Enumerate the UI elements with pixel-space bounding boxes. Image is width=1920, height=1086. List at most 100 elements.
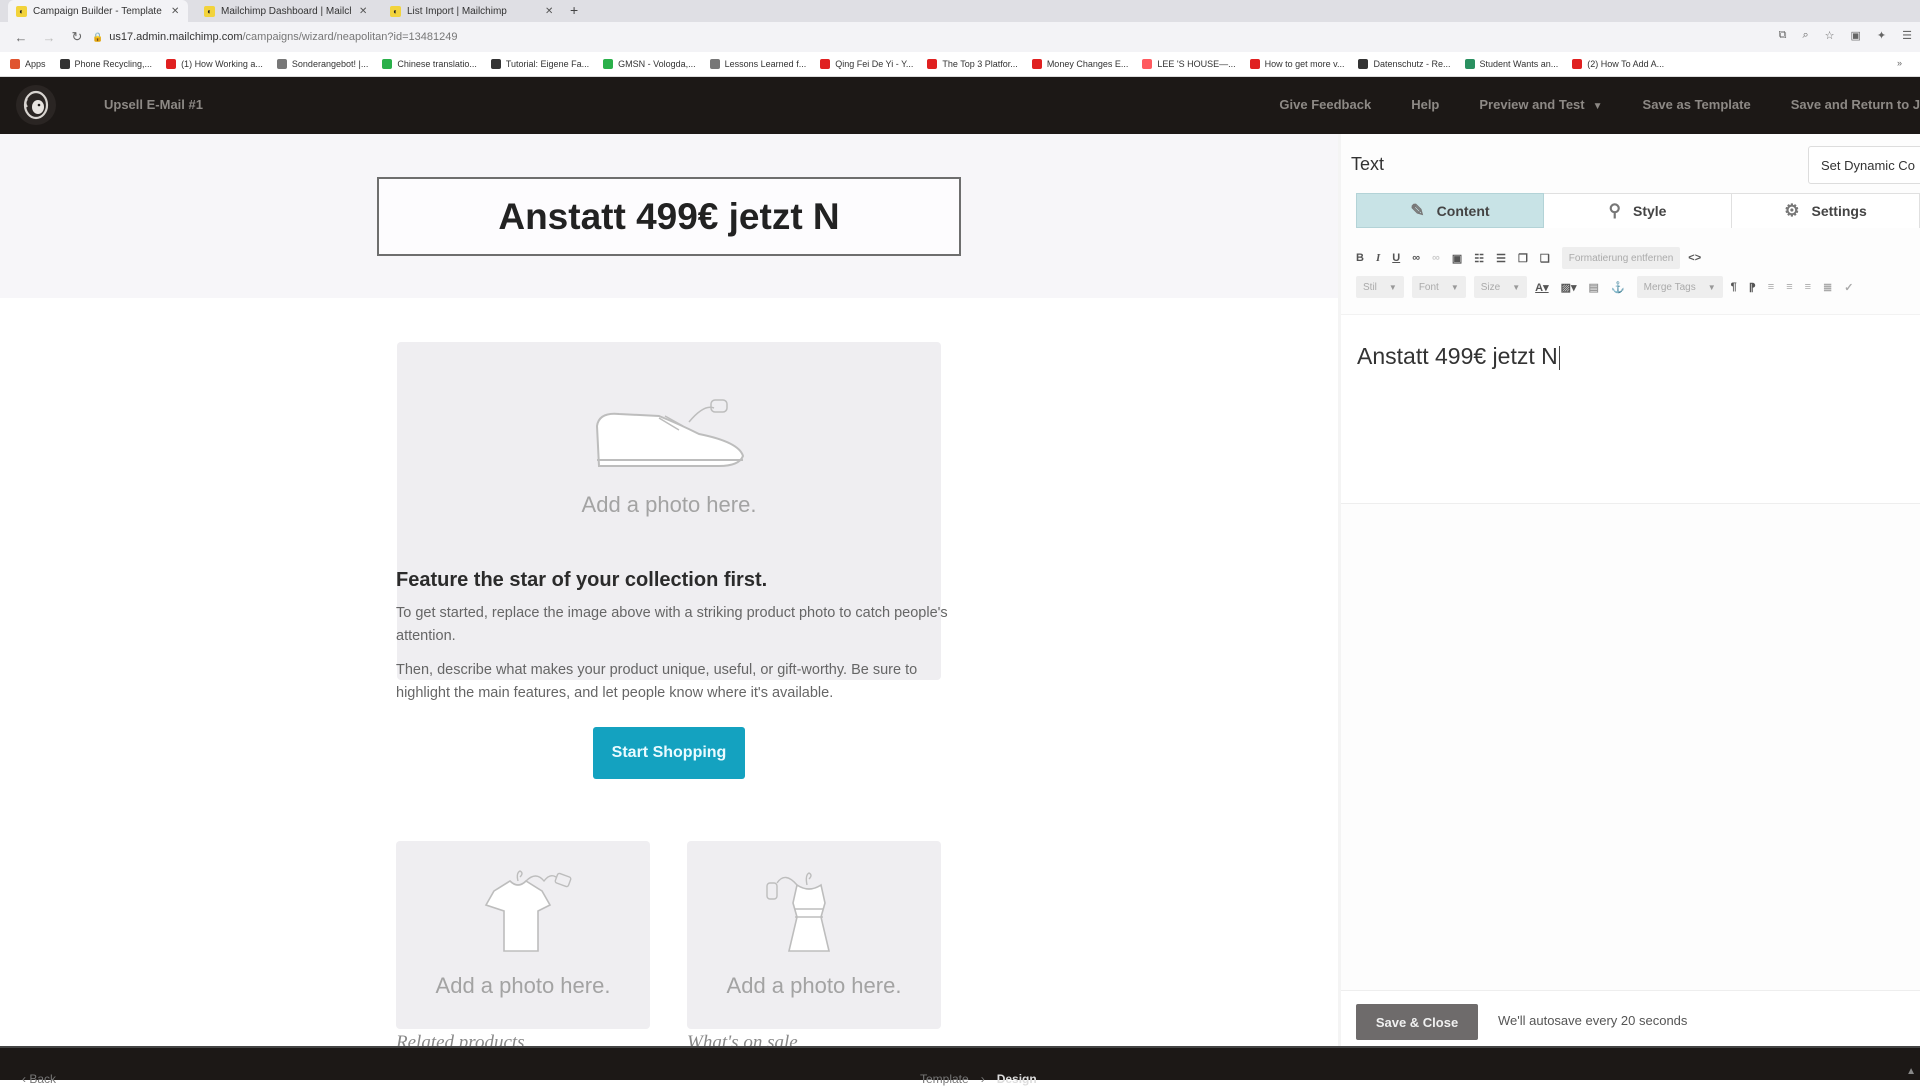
address-bar: ← → ↻ 🔒 us17.admin.mailchimp.com /campai…	[0, 22, 1920, 52]
close-tab-icon[interactable]: ✕	[171, 6, 179, 17]
mailchimp-favicon-icon: ◐	[390, 5, 401, 17]
star-icon[interactable]: ☆	[1825, 29, 1835, 42]
horizontal-rule-icon[interactable]: ▤	[1589, 281, 1599, 294]
scroll-up-icon[interactable]: ▲	[1906, 1066, 1916, 1077]
bookmark-item[interactable]: Phone Recycling,...	[59, 59, 153, 69]
bookmark-item[interactable]: (1) How Working a...	[166, 59, 263, 69]
bookmark-item[interactable]: Qing Fei De Yi - Y...	[820, 59, 913, 69]
related-photo-placeholder[interactable]: Add a photo here.	[396, 841, 650, 1029]
bookmark-item[interactable]: Chinese translatio...	[382, 59, 477, 69]
reading-list-icon[interactable]: ☰	[1902, 29, 1912, 42]
give-feedback-link[interactable]: Give Feedback	[1279, 97, 1371, 112]
bookmark-item[interactable]: Lessons Learned f...	[709, 59, 806, 69]
align-right-icon[interactable]: ≡	[1805, 281, 1811, 293]
new-tab-button[interactable]: +	[570, 2, 578, 18]
feature-paragraph-2[interactable]: Then, describe what makes your product u…	[396, 659, 956, 705]
browser-tab[interactable]: ◐ List Import | Mailchimp ✕	[382, 0, 562, 22]
align-left-icon[interactable]: ≡	[1768, 281, 1774, 293]
campaign-name[interactable]: Upsell E-Mail #1	[104, 97, 203, 112]
tab-title: Mailchimp Dashboard | Mailch	[221, 5, 351, 17]
close-tab-icon[interactable]: ✕	[545, 6, 553, 17]
bookmark-item[interactable]: Tutorial: Eigene Fa...	[490, 59, 589, 69]
preview-and-test-menu[interactable]: Preview and Test ▼	[1479, 97, 1602, 112]
link-icon[interactable]: ∞	[1412, 252, 1420, 264]
url-input[interactable]: 🔒 us17.admin.mailchimp.com /campaigns/wi…	[86, 26, 1696, 48]
bookmark-favicon-icon	[59, 59, 70, 69]
font-select[interactable]: Font ▼	[1411, 276, 1466, 298]
rich-text-editor[interactable]: Anstatt 499€ jetzt N	[1341, 314, 1920, 504]
source-code-button[interactable]: <>	[1688, 252, 1701, 264]
forward-arrow-icon[interactable]: →	[42, 30, 56, 45]
remove-format-button[interactable]: Formatierung entfernen	[1561, 247, 1681, 269]
merge-tags-select[interactable]: Merge Tags ▼	[1636, 276, 1723, 298]
start-shopping-button[interactable]: Start Shopping	[593, 727, 745, 779]
mailchimp-logo-icon[interactable]	[16, 85, 56, 125]
headline-text-block[interactable]: Anstatt 499€ jetzt N	[377, 177, 961, 256]
style-select[interactable]: Stil ▼	[1356, 276, 1404, 298]
bookmark-item[interactable]: GMSN - Vologda,...	[603, 59, 696, 69]
bookmark-item[interactable]: Student Wants an...	[1464, 59, 1558, 69]
app-header: Upsell E-Mail #1 Give Feedback Help Prev…	[0, 77, 1920, 134]
toolbar-row-1: B I U ∞ ∞ ▣ ☷ ☰ ❐ ❏ Formatierung entfern…	[1356, 246, 1713, 270]
feature-paragraph-1[interactable]: To get started, replace the image above …	[396, 602, 956, 648]
bookmark-label: (1) How Working a...	[181, 59, 263, 69]
bold-button[interactable]: B	[1356, 252, 1364, 264]
bookmark-item[interactable]: Sonderangebot! |...	[276, 59, 368, 69]
numbered-list-icon[interactable]: ☷	[1474, 252, 1484, 265]
translate-icon[interactable]: ⧉	[1779, 29, 1787, 42]
help-link[interactable]: Help	[1411, 97, 1439, 112]
facebook-extension-icon[interactable]: ▣	[1851, 29, 1861, 42]
bookmark-favicon-icon	[166, 59, 177, 69]
back-link[interactable]: ‹ Back	[22, 1072, 56, 1086]
close-tab-icon[interactable]: ✕	[359, 6, 367, 17]
rtl-icon[interactable]: ⁋	[1749, 281, 1756, 294]
save-as-template-link[interactable]: Save as Template	[1643, 97, 1751, 112]
step-design[interactable]: Design	[997, 1072, 1037, 1086]
ltr-icon[interactable]: ¶	[1731, 281, 1737, 293]
bookmark-favicon-icon	[820, 59, 831, 69]
bookmark-item[interactable]: The Top 3 Platfor...	[927, 59, 1018, 69]
save-and-return-link[interactable]: Save and Return to J	[1791, 97, 1920, 112]
save-and-close-button[interactable]: Save & Close	[1356, 1004, 1478, 1040]
extensions-icon[interactable]: ✦	[1877, 29, 1886, 42]
back-arrow-icon[interactable]: ←	[14, 30, 28, 45]
browser-tab[interactable]: ◐ Campaign Builder - Template ✕	[8, 0, 188, 22]
size-select[interactable]: Size ▼	[1473, 276, 1528, 298]
zoom-icon[interactable]: ⌕	[1802, 29, 1808, 42]
sale-photo-placeholder[interactable]: Add a photo here.	[687, 841, 941, 1029]
bookmark-label: Phone Recycling,...	[74, 59, 153, 69]
anchor-icon[interactable]: ⚓	[1611, 281, 1625, 294]
underline-button[interactable]: U	[1392, 252, 1400, 264]
tab-settings[interactable]: ⚙ Settings	[1732, 193, 1920, 228]
bookmark-item[interactable]: Money Changes E...	[1031, 59, 1128, 69]
background-color-icon[interactable]: ▨▾	[1561, 281, 1577, 294]
bookmark-item[interactable]: Datenschutz - Re...	[1358, 59, 1451, 69]
bookmarks-overflow-button[interactable]: »	[1897, 58, 1902, 68]
bookmark-item[interactable]: LEE 'S HOUSE—...	[1142, 59, 1236, 69]
related-products-label[interactable]: Related products	[396, 1032, 525, 1046]
justify-icon[interactable]: ≣	[1823, 281, 1832, 294]
bulleted-list-icon[interactable]: ☰	[1496, 252, 1506, 265]
feature-title[interactable]: Feature the star of your collection firs…	[396, 569, 767, 592]
reload-icon[interactable]: ↻	[70, 29, 84, 45]
tab-style[interactable]: ⚲ Style	[1544, 193, 1732, 228]
italic-button[interactable]: I	[1376, 252, 1380, 264]
editor-content[interactable]: Anstatt 499€ jetzt N	[1357, 343, 1560, 370]
tab-content[interactable]: ✎ Content	[1356, 193, 1544, 228]
image-icon[interactable]: ▣	[1452, 252, 1462, 265]
paste-icon[interactable]: ❐	[1518, 252, 1528, 265]
bookmark-item[interactable]: Apps	[10, 59, 46, 69]
bookmark-item[interactable]: (2) How To Add A...	[1572, 59, 1664, 69]
set-dynamic-content-button[interactable]: Set Dynamic Co	[1808, 146, 1920, 184]
whats-on-sale-label[interactable]: What's on sale	[687, 1032, 798, 1046]
spellcheck-icon[interactable]: ✓	[1844, 281, 1853, 294]
editor-text: Anstatt 499€ jetzt N	[1357, 343, 1558, 369]
paste-word-icon[interactable]: ❏	[1540, 252, 1550, 265]
photo-placeholder-text: Add a photo here.	[726, 973, 902, 998]
bookmark-item[interactable]: How to get more v...	[1249, 59, 1344, 69]
text-color-icon[interactable]: A▾	[1535, 281, 1548, 294]
browser-tab[interactable]: ◐ Mailchimp Dashboard | Mailch ✕	[196, 0, 376, 22]
step-template[interactable]: Template	[920, 1072, 969, 1086]
align-center-icon[interactable]: ≡	[1786, 281, 1792, 293]
unlink-icon[interactable]: ∞	[1432, 252, 1440, 264]
